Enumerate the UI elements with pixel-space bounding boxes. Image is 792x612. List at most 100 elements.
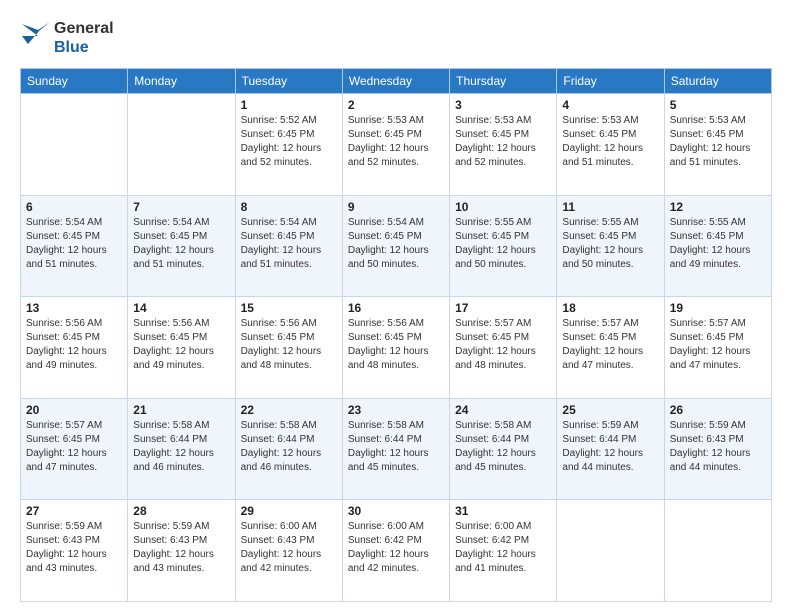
day-info: Sunrise: 6:00 AM Sunset: 6:42 PM Dayligh… (455, 520, 551, 576)
calendar-cell: 22 Sunrise: 5:58 AM Sunset: 6:44 PM Dayli… (235, 398, 342, 500)
calendar-cell: 19 Sunrise: 5:57 AM Sunset: 6:45 PM Dayli… (664, 297, 771, 399)
logo: GeneralBlue (20, 16, 114, 60)
calendar-cell: 12 Sunrise: 5:55 AM Sunset: 6:45 PM Dayli… (664, 195, 771, 297)
day-info: Sunrise: 5:55 AM Sunset: 6:45 PM Dayligh… (670, 216, 766, 272)
page: GeneralBlue SundayMondayTuesdayWednesday… (0, 0, 792, 612)
day-header-wednesday: Wednesday (342, 69, 449, 94)
day-number: 9 (348, 200, 444, 214)
calendar-cell: 20 Sunrise: 5:57 AM Sunset: 6:45 PM Dayli… (21, 398, 128, 500)
calendar-cell: 16 Sunrise: 5:56 AM Sunset: 6:45 PM Dayli… (342, 297, 449, 399)
day-info: Sunrise: 5:57 AM Sunset: 6:45 PM Dayligh… (455, 317, 551, 373)
day-number: 3 (455, 98, 551, 112)
day-info: Sunrise: 5:58 AM Sunset: 6:44 PM Dayligh… (133, 419, 229, 475)
calendar-cell (128, 94, 235, 196)
day-number: 10 (455, 200, 551, 214)
day-info: Sunrise: 5:59 AM Sunset: 6:44 PM Dayligh… (562, 419, 658, 475)
calendar-cell: 2 Sunrise: 5:53 AM Sunset: 6:45 PM Daylig… (342, 94, 449, 196)
day-info: Sunrise: 5:53 AM Sunset: 6:45 PM Dayligh… (670, 114, 766, 170)
day-number: 20 (26, 403, 122, 417)
day-info: Sunrise: 6:00 AM Sunset: 6:42 PM Dayligh… (348, 520, 444, 576)
calendar: SundayMondayTuesdayWednesdayThursdayFrid… (20, 68, 772, 602)
day-number: 23 (348, 403, 444, 417)
calendar-cell: 26 Sunrise: 5:59 AM Sunset: 6:43 PM Dayli… (664, 398, 771, 500)
calendar-cell: 27 Sunrise: 5:59 AM Sunset: 6:43 PM Dayli… (21, 500, 128, 602)
day-number: 16 (348, 301, 444, 315)
logo-text: GeneralBlue (54, 19, 114, 57)
day-number: 26 (670, 403, 766, 417)
calendar-cell: 30 Sunrise: 6:00 AM Sunset: 6:42 PM Dayli… (342, 500, 449, 602)
day-number: 22 (241, 403, 337, 417)
day-info: Sunrise: 5:52 AM Sunset: 6:45 PM Dayligh… (241, 114, 337, 170)
header: GeneralBlue (20, 16, 772, 60)
day-number: 31 (455, 504, 551, 518)
day-number: 12 (670, 200, 766, 214)
day-info: Sunrise: 5:56 AM Sunset: 6:45 PM Dayligh… (348, 317, 444, 373)
day-number: 30 (348, 504, 444, 518)
calendar-cell (557, 500, 664, 602)
calendar-cell: 21 Sunrise: 5:58 AM Sunset: 6:44 PM Dayli… (128, 398, 235, 500)
calendar-cell: 15Sunrise: 5:56 AM Sunset: 6:45 PM Dayli… (235, 297, 342, 399)
calendar-cell (664, 500, 771, 602)
day-header-tuesday: Tuesday (235, 69, 342, 94)
day-number: 2 (348, 98, 444, 112)
logo-bird-icon (20, 16, 50, 60)
day-header-saturday: Saturday (664, 69, 771, 94)
day-info: Sunrise: 5:57 AM Sunset: 6:45 PM Dayligh… (670, 317, 766, 373)
calendar-cell: 25 Sunrise: 5:59 AM Sunset: 6:44 PM Dayli… (557, 398, 664, 500)
day-header-friday: Friday (557, 69, 664, 94)
calendar-cell: 11 Sunrise: 5:55 AM Sunset: 6:45 PM Dayli… (557, 195, 664, 297)
day-number: 28 (133, 504, 229, 518)
day-info: Sunrise: 5:53 AM Sunset: 6:45 PM Dayligh… (562, 114, 658, 170)
logo: GeneralBlue (20, 16, 114, 60)
day-number: 27 (26, 504, 122, 518)
day-info: Sunrise: 5:55 AM Sunset: 6:45 PM Dayligh… (562, 216, 658, 272)
calendar-cell: 23Sunrise: 5:58 AM Sunset: 6:44 PM Dayli… (342, 398, 449, 500)
calendar-cell: 31 Sunrise: 6:00 AM Sunset: 6:42 PM Dayli… (450, 500, 557, 602)
calendar-cell: 3 Sunrise: 5:53 AM Sunset: 6:45 PM Daylig… (450, 94, 557, 196)
day-info: Sunrise: 5:53 AM Sunset: 6:45 PM Dayligh… (348, 114, 444, 170)
day-number: 29 (241, 504, 337, 518)
day-number: 8 (241, 200, 337, 214)
day-number: 19 (670, 301, 766, 315)
day-info: Sunrise: 5:57 AM Sunset: 6:45 PM Dayligh… (562, 317, 658, 373)
day-number: 24 (455, 403, 551, 417)
day-info: Sunrise: 5:54 AM Sunset: 6:45 PM Dayligh… (133, 216, 229, 272)
day-number: 5 (670, 98, 766, 112)
day-number: 1 (241, 98, 337, 112)
calendar-cell: 24Sunrise: 5:58 AM Sunset: 6:44 PM Dayli… (450, 398, 557, 500)
day-info: Sunrise: 6:00 AM Sunset: 6:43 PM Dayligh… (241, 520, 337, 576)
day-info: Sunrise: 5:58 AM Sunset: 6:44 PM Dayligh… (241, 419, 337, 475)
day-number: 15 (241, 301, 337, 315)
day-info: Sunrise: 5:54 AM Sunset: 6:45 PM Dayligh… (241, 216, 337, 272)
day-info: Sunrise: 5:59 AM Sunset: 6:43 PM Dayligh… (670, 419, 766, 475)
calendar-cell: 9 Sunrise: 5:54 AM Sunset: 6:45 PM Daylig… (342, 195, 449, 297)
day-number: 14 (133, 301, 229, 315)
day-header-monday: Monday (128, 69, 235, 94)
day-number: 7 (133, 200, 229, 214)
calendar-cell: 28 Sunrise: 5:59 AM Sunset: 6:43 PM Dayli… (128, 500, 235, 602)
logo-blue: Blue (54, 38, 114, 57)
day-number: 25 (562, 403, 658, 417)
day-number: 11 (562, 200, 658, 214)
calendar-cell: 14 Sunrise: 5:56 AM Sunset: 6:45 PM Dayli… (128, 297, 235, 399)
calendar-cell: 10Sunrise: 5:55 AM Sunset: 6:45 PM Dayli… (450, 195, 557, 297)
day-number: 17 (455, 301, 551, 315)
day-info: Sunrise: 5:59 AM Sunset: 6:43 PM Dayligh… (26, 520, 122, 576)
calendar-cell: 7 Sunrise: 5:54 AM Sunset: 6:45 PM Daylig… (128, 195, 235, 297)
day-info: Sunrise: 5:56 AM Sunset: 6:45 PM Dayligh… (26, 317, 122, 373)
calendar-cell: 8 Sunrise: 5:54 AM Sunset: 6:45 PM Daylig… (235, 195, 342, 297)
day-number: 4 (562, 98, 658, 112)
day-info: Sunrise: 5:54 AM Sunset: 6:45 PM Dayligh… (348, 216, 444, 272)
calendar-cell: 5 Sunrise: 5:53 AM Sunset: 6:45 PM Daylig… (664, 94, 771, 196)
calendar-cell: 4 Sunrise: 5:53 AM Sunset: 6:45 PM Daylig… (557, 94, 664, 196)
calendar-cell: 17 Sunrise: 5:57 AM Sunset: 6:45 PM Dayli… (450, 297, 557, 399)
day-info: Sunrise: 5:56 AM Sunset: 6:45 PM Dayligh… (133, 317, 229, 373)
day-info: Sunrise: 5:53 AM Sunset: 6:45 PM Dayligh… (455, 114, 551, 170)
day-info: Sunrise: 5:54 AM Sunset: 6:45 PM Dayligh… (26, 216, 122, 272)
day-number: 21 (133, 403, 229, 417)
day-header-sunday: Sunday (21, 69, 128, 94)
day-info: Sunrise: 5:59 AM Sunset: 6:43 PM Dayligh… (133, 520, 229, 576)
day-info: Sunrise: 5:57 AM Sunset: 6:45 PM Dayligh… (26, 419, 122, 475)
calendar-cell: 1 Sunrise: 5:52 AM Sunset: 6:45 PM Daylig… (235, 94, 342, 196)
calendar-cell (21, 94, 128, 196)
